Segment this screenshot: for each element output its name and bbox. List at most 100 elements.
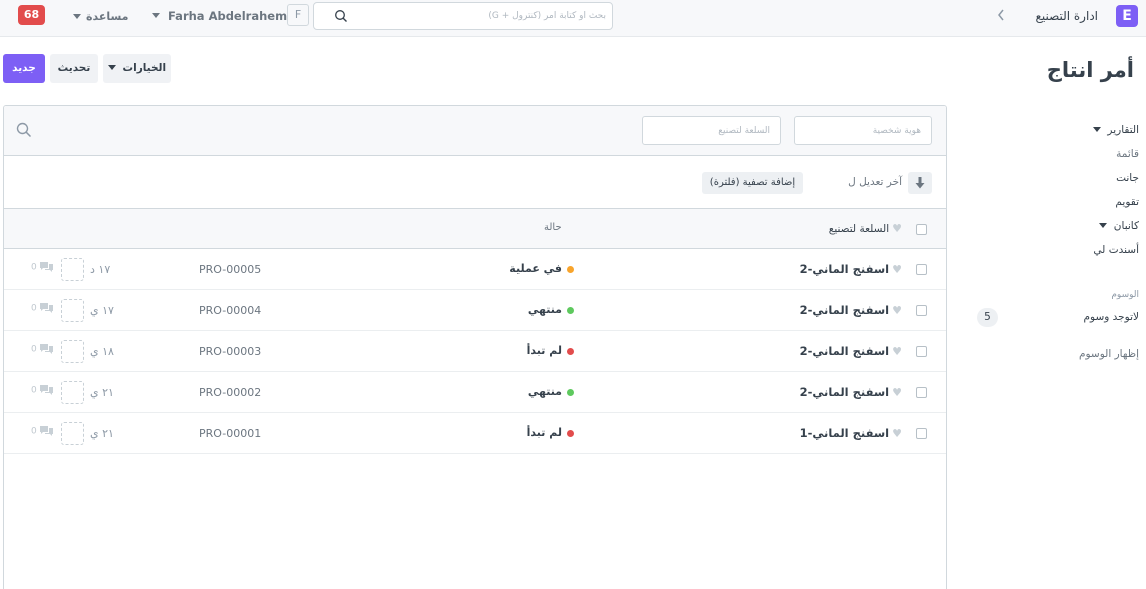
comment-count: 0 [31, 344, 53, 355]
row-checkbox[interactable] [916, 428, 927, 439]
search-icon[interactable] [16, 122, 32, 138]
select-all-checkbox[interactable] [916, 224, 927, 235]
heart-icon[interactable]: ♥ [892, 263, 902, 276]
sort-bar: آخر تعديل ل إضافة تصفية (فلترة) [4, 157, 946, 209]
row-title-label: اسفنج الماني-2 [799, 385, 890, 399]
assign-avatar-placeholder[interactable] [61, 258, 84, 281]
help-menu[interactable]: مساعدة [73, 10, 129, 23]
comment-icon [39, 385, 53, 395]
status-label: لم تبدأ [526, 344, 562, 357]
heart-icon[interactable]: ♥ [892, 386, 902, 399]
status-indicator: لم تبدأ [504, 344, 574, 357]
comment-count: 0 [31, 262, 53, 273]
column-title-label: السلعة لتصنيع [828, 223, 890, 235]
item-filter-input[interactable] [643, 117, 780, 144]
row-title[interactable]: ♥اسفنج الماني-1 [800, 426, 902, 440]
search-input[interactable] [354, 7, 606, 25]
column-header-title: ♥السلعة لتصنيع [829, 222, 902, 235]
row-id: PRO-00005 [199, 263, 262, 276]
show-tags-link[interactable]: إظهار الوسوم [1079, 348, 1139, 360]
row-modified: ١٨ ي [90, 345, 114, 358]
app-logo-icon[interactable]: E [1116, 5, 1138, 27]
row-title-label: اسفنج الماني-2 [799, 303, 890, 317]
sidebar-item-list[interactable]: قائمة [1116, 148, 1139, 160]
list-header: ♥السلعة لتصنيع حالة [4, 209, 946, 249]
comment-count-label: 0 [31, 426, 37, 437]
refresh-button[interactable]: تحديث [50, 54, 98, 83]
status-label: منتهي [527, 385, 562, 398]
avatar[interactable]: F [287, 4, 309, 26]
breadcrumb[interactable]: ادارة التصنيع [1035, 9, 1098, 23]
search-bar[interactable] [313, 2, 613, 30]
new-button[interactable]: جديد [3, 54, 45, 83]
status-dot [567, 347, 574, 355]
assign-avatar-placeholder[interactable] [61, 422, 84, 445]
id-filter-field[interactable] [794, 116, 932, 145]
top-navbar: E ادارة التصنيع F Farha Abdelrahem مساعد… [0, 0, 1146, 37]
user-menu[interactable]: Farha Abdelrahem [152, 9, 287, 23]
heart-icon[interactable]: ♥ [892, 304, 902, 317]
table-row[interactable]: ♥اسفنج الماني-2 لم تبدأ PRO-00003 ١٨ ي 0 [4, 331, 946, 372]
comment-icon [39, 344, 53, 354]
sidebar-item-label: التقارير [1107, 124, 1139, 136]
comment-count-label: 0 [31, 303, 37, 314]
row-title[interactable]: ♥اسفنج الماني-2 [800, 344, 902, 358]
sidebar-item-calendar[interactable]: تقويم [1115, 196, 1139, 208]
sidebar-item-gantt[interactable]: جانت [1116, 172, 1139, 184]
row-title-label: اسفنج الماني-2 [799, 262, 890, 276]
status-dot [567, 429, 574, 437]
sort-order-button[interactable] [908, 172, 932, 194]
assign-avatar-placeholder[interactable] [61, 381, 84, 404]
search-icon[interactable] [334, 9, 348, 23]
row-title[interactable]: ♥اسفنج الماني-2 [800, 303, 902, 317]
sidebar-item-kanban[interactable]: كانبان [1099, 220, 1139, 232]
row-checkbox[interactable] [916, 264, 927, 275]
id-filter-input[interactable] [795, 117, 931, 144]
options-button[interactable]: الخيارات [103, 54, 171, 83]
table-row[interactable]: ♥اسفنج الماني-2 منتهي PRO-00002 ٢١ ي 0 [4, 372, 946, 413]
row-modified: ٢١ ي [90, 386, 114, 399]
status-label: منتهي [527, 303, 562, 316]
comment-count-label: 0 [31, 262, 37, 273]
tags-heading: الوسوم [1111, 290, 1139, 300]
heart-icon[interactable]: ♥ [892, 427, 902, 440]
row-title-label: اسفنج الماني-2 [799, 344, 890, 358]
column-header-status: حالة [544, 222, 562, 233]
item-filter-field[interactable] [642, 116, 781, 145]
assign-avatar-placeholder[interactable] [61, 299, 84, 322]
status-indicator: في عملية [504, 262, 574, 275]
row-modified: ١٧ د [90, 263, 111, 276]
heart-icon[interactable]: ♥ [892, 345, 902, 358]
row-id: PRO-00001 [199, 427, 262, 440]
row-checkbox[interactable] [916, 387, 927, 398]
no-tags-label: لاتوجد وسوم [1083, 311, 1139, 323]
add-filter-button[interactable]: إضافة تصفية (فلترة) [702, 172, 803, 194]
caret-down-icon [1093, 127, 1102, 132]
table-row[interactable]: ♥اسفنج الماني-1 لم تبدأ PRO-00001 ٢١ ي 0 [4, 413, 946, 454]
options-label: الخيارات [122, 62, 167, 74]
comment-count-label: 0 [31, 385, 37, 396]
row-title[interactable]: ♥اسفنج الماني-2 [800, 385, 902, 399]
status-indicator: لم تبدأ [504, 426, 574, 439]
row-id: PRO-00003 [199, 345, 262, 358]
row-checkbox[interactable] [916, 346, 927, 357]
table-row[interactable]: ♥اسفنج الماني-2 منتهي PRO-00004 ١٧ ي 0 [4, 290, 946, 331]
comment-icon [39, 303, 53, 313]
row-checkbox[interactable] [916, 305, 927, 316]
sort-by-label[interactable]: آخر تعديل ل [848, 176, 902, 188]
table-row[interactable]: ♥اسفنج الماني-2 في عملية PRO-00005 ١٧ د … [4, 249, 946, 290]
comment-count: 0 [31, 426, 53, 437]
status-dot [567, 388, 574, 396]
comment-count: 0 [31, 385, 53, 396]
row-title-label: اسفنج الماني-1 [799, 426, 890, 440]
sort-desc-icon [915, 177, 925, 189]
row-id: PRO-00002 [199, 386, 262, 399]
sidebar-item-reports[interactable]: التقارير [1093, 124, 1139, 136]
notification-badge[interactable]: 68 [18, 5, 45, 25]
row-title[interactable]: ♥اسفنج الماني-2 [800, 262, 902, 276]
caret-down-icon [1099, 223, 1108, 228]
sidebar-item-assigned-to-me[interactable]: أسندت لي [1093, 244, 1139, 256]
heart-icon[interactable]: ♥ [892, 222, 902, 235]
list-frame: آخر تعديل ل إضافة تصفية (فلترة) ♥السلعة … [3, 105, 947, 589]
assign-avatar-placeholder[interactable] [61, 340, 84, 363]
